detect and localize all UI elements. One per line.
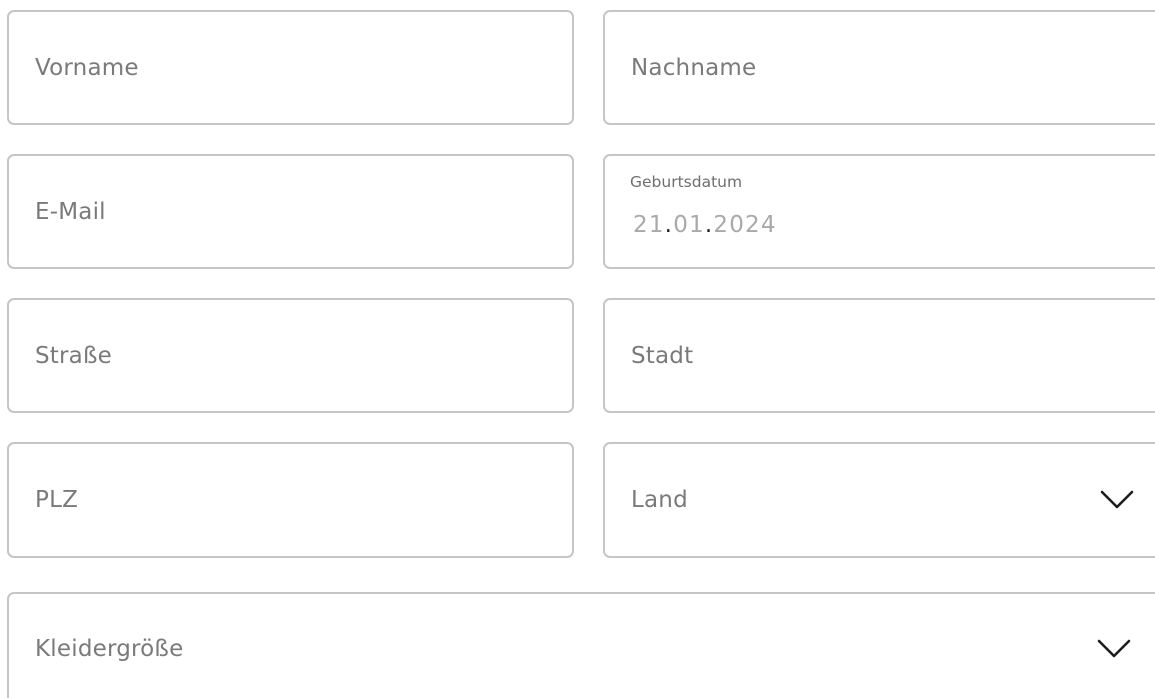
city-placeholder: Stadt xyxy=(631,342,694,369)
email-input[interactable]: E-Mail xyxy=(7,154,574,269)
registration-form: Vorname Nachname E-Mail Geburtsdatum 21.… xyxy=(0,0,1155,698)
street-input[interactable]: Straße xyxy=(7,298,574,413)
first-name-placeholder: Vorname xyxy=(35,54,139,81)
email-placeholder: E-Mail xyxy=(35,198,106,225)
birth-date-input[interactable]: Geburtsdatum 21.01.2024 xyxy=(603,154,1155,269)
first-name-input[interactable]: Vorname xyxy=(7,10,574,125)
zip-input[interactable]: PLZ xyxy=(7,442,574,558)
chevron-down-icon[interactable] xyxy=(1097,639,1131,659)
clothing-size-placeholder: Kleidergröße xyxy=(35,636,184,662)
birth-date-value[interactable]: 21.01.2024 xyxy=(633,212,777,238)
date-separator: . xyxy=(664,212,674,238)
chevron-down-icon[interactable] xyxy=(1100,490,1134,510)
last-name-input[interactable]: Nachname xyxy=(603,10,1155,125)
birth-date-day[interactable]: 21 xyxy=(633,212,665,238)
country-select[interactable]: Land xyxy=(603,442,1155,558)
birth-date-year[interactable]: 2024 xyxy=(713,212,776,238)
birth-date-month[interactable]: 01 xyxy=(673,212,705,238)
birth-date-label: Geburtsdatum xyxy=(630,173,743,191)
country-placeholder: Land xyxy=(631,487,688,513)
city-input[interactable]: Stadt xyxy=(603,298,1155,413)
clothing-size-select[interactable]: Kleidergröße xyxy=(7,592,1155,698)
street-placeholder: Straße xyxy=(35,342,113,369)
zip-placeholder: PLZ xyxy=(35,487,79,513)
last-name-placeholder: Nachname xyxy=(631,54,757,81)
